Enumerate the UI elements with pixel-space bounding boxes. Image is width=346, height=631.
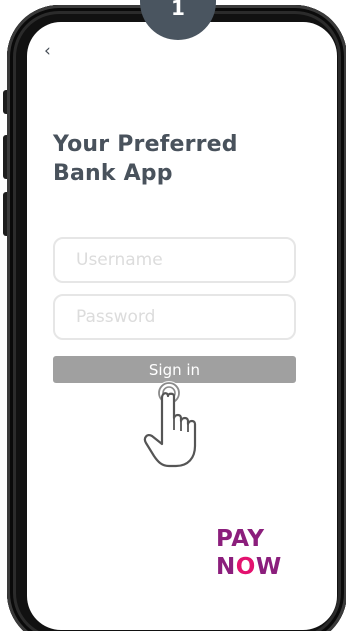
paynow-check-o: O [235,554,256,580]
page-title: Your Preferred Bank App [53,130,313,188]
paynow-logo: PAY NOW [216,526,308,586]
step-number: 1 [171,0,185,20]
pointing-hand-icon [143,381,197,468]
paynow-logo-bottom: NOW [216,554,282,580]
stage: 1 ‹ Your Preferred Bank App Sign in PAY … [0,0,346,631]
paynow-letter: N [216,554,236,580]
page-title-line: Your Preferred [53,132,238,157]
paynow-logo-top: PAY [216,526,265,552]
chevron-left-icon[interactable]: ‹ [44,41,51,61]
page-title-line: Bank App [53,161,173,186]
username-input[interactable] [53,237,296,283]
paynow-letter: W [255,554,282,580]
password-input[interactable] [53,294,296,340]
